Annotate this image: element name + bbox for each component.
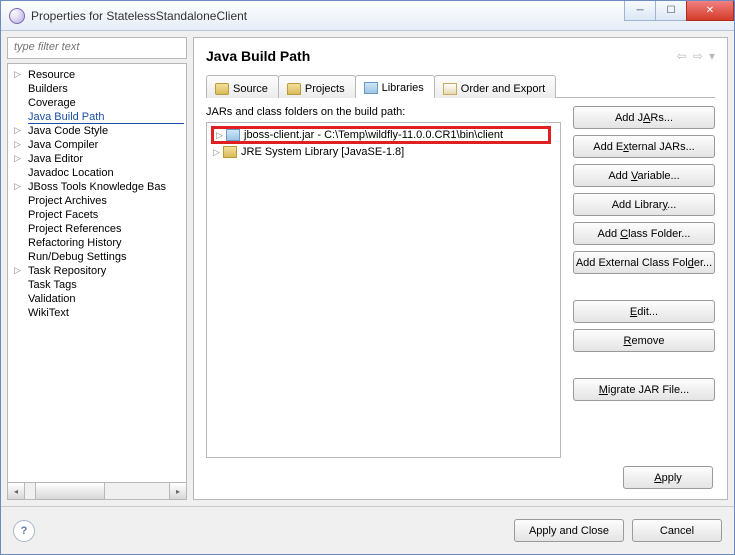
tree-item[interactable]: Java Editor xyxy=(12,152,186,166)
dropdown-icon[interactable]: ▾ xyxy=(709,49,715,63)
page-title: Java Build Path xyxy=(206,48,674,64)
window-controls: ─ ☐ ✕ xyxy=(625,1,734,30)
button-column: Add JARs... Add External JARs... Add Var… xyxy=(573,106,715,458)
expand-icon[interactable]: ▷ xyxy=(213,147,223,158)
add-jars-button[interactable]: Add JARs... xyxy=(573,106,715,129)
tab-projects[interactable]: Projects xyxy=(278,75,356,98)
tree-item[interactable]: Builders xyxy=(12,82,186,96)
title-bar[interactable]: Properties for StatelessStandaloneClient… xyxy=(1,1,734,31)
scroll-right-button[interactable]: ▸ xyxy=(169,483,186,499)
tree-hscrollbar[interactable]: ◂ ▸ xyxy=(7,483,187,500)
nav-arrows: ⇦ ⇨ ▾ xyxy=(674,49,715,63)
migrate-jar-button[interactable]: Migrate JAR File... xyxy=(573,378,715,401)
minimize-button[interactable]: ─ xyxy=(624,1,656,21)
dialog-footer: ? Apply and Close Cancel xyxy=(1,506,734,554)
close-button[interactable]: ✕ xyxy=(686,1,734,21)
cancel-button[interactable]: Cancel xyxy=(632,519,722,542)
apply-and-close-button[interactable]: Apply and Close xyxy=(514,519,624,542)
entry-label: JRE System Library [JavaSE-1.8] xyxy=(241,146,404,158)
tree-item[interactable]: Refactoring History xyxy=(12,236,186,250)
scroll-left-button[interactable]: ◂ xyxy=(8,483,25,499)
tree-item[interactable]: Java Code Style xyxy=(12,124,186,138)
app-icon xyxy=(9,8,25,24)
tree-item[interactable]: Validation xyxy=(12,292,186,306)
libraries-list[interactable]: ▷ jboss-client.jar - C:\Temp\wildfly-11.0… xyxy=(206,122,561,458)
tab-source[interactable]: Source xyxy=(206,75,279,98)
tab-bar: Source Projects Libraries Order and Export xyxy=(206,74,715,98)
expand-icon[interactable]: ▷ xyxy=(216,130,226,141)
add-external-class-folder-button[interactable]: Add External Class Folder... xyxy=(573,251,715,274)
library-entry[interactable]: ▷ JRE System Library [JavaSE-1.8] xyxy=(213,145,554,159)
tree-item[interactable]: Resource xyxy=(12,68,186,82)
help-button[interactable]: ? xyxy=(13,520,35,542)
right-panel: Java Build Path ⇦ ⇨ ▾ Source Projects Libr… xyxy=(193,37,728,500)
tree-item[interactable]: JBoss Tools Knowledge Bas xyxy=(12,180,186,194)
highlight-annotation: ▷ jboss-client.jar - C:\Temp\wildfly-11.0… xyxy=(211,126,551,144)
back-icon[interactable]: ⇦ xyxy=(677,49,687,63)
edit-button[interactable]: Edit... xyxy=(573,300,715,323)
lib-icon xyxy=(364,82,378,94)
tab-label: Projects xyxy=(305,83,345,95)
tree-item[interactable]: Coverage xyxy=(12,96,186,110)
apply-row: Apply xyxy=(206,458,715,489)
tree-item[interactable]: Run/Debug Settings xyxy=(12,250,186,264)
tree-item[interactable]: WikiText xyxy=(12,306,186,320)
maximize-button[interactable]: ☐ xyxy=(655,1,687,21)
remove-button[interactable]: Remove xyxy=(573,329,715,352)
jre-icon xyxy=(223,146,237,158)
filter-input[interactable] xyxy=(12,40,182,54)
scroll-thumb[interactable] xyxy=(35,483,105,499)
src-icon xyxy=(215,83,229,95)
forward-icon[interactable]: ⇨ xyxy=(693,49,703,63)
tree-item[interactable]: Java Build Path xyxy=(12,110,186,124)
jar-icon xyxy=(226,129,240,141)
entry-label: jboss-client.jar - C:\Temp\wildfly-11.0.… xyxy=(244,129,503,141)
add-library-button[interactable]: Add Library... xyxy=(573,193,715,216)
filter-box[interactable] xyxy=(7,37,187,59)
tab-order-and-export[interactable]: Order and Export xyxy=(434,75,556,98)
libraries-label: JARs and class folders on the build path… xyxy=(206,106,561,118)
tab-label: Libraries xyxy=(382,82,424,94)
add-external-jars-button[interactable]: Add External JARs... xyxy=(573,135,715,158)
tree-item[interactable]: Javadoc Location xyxy=(12,166,186,180)
add-variable-button[interactable]: Add Variable... xyxy=(573,164,715,187)
tab-content: JARs and class folders on the build path… xyxy=(206,98,715,458)
apply-button[interactable]: Apply xyxy=(623,466,713,489)
ord-icon xyxy=(443,83,457,95)
library-entry[interactable]: ▷ jboss-client.jar - C:\Temp\wildfly-11.0… xyxy=(213,127,554,145)
tree-item[interactable]: Project Facets xyxy=(12,208,186,222)
dialog-content: ResourceBuildersCoverageJava Build PathJ… xyxy=(1,31,734,506)
tab-libraries[interactable]: Libraries xyxy=(355,75,435,98)
tree-item[interactable]: Java Compiler xyxy=(12,138,186,152)
dialog-window: Properties for StatelessStandaloneClient… xyxy=(0,0,735,555)
tab-label: Source xyxy=(233,83,268,95)
tree-item[interactable]: Task Repository xyxy=(12,264,186,278)
libraries-area: JARs and class folders on the build path… xyxy=(206,106,561,458)
tab-label: Order and Export xyxy=(461,83,545,95)
add-class-folder-button[interactable]: Add Class Folder... xyxy=(573,222,715,245)
left-panel: ResourceBuildersCoverageJava Build PathJ… xyxy=(7,37,187,500)
prj-icon xyxy=(287,83,301,95)
tree-item[interactable]: Project Archives xyxy=(12,194,186,208)
window-title: Properties for StatelessStandaloneClient xyxy=(31,9,625,23)
tree-item[interactable]: Project References xyxy=(12,222,186,236)
category-tree[interactable]: ResourceBuildersCoverageJava Build PathJ… xyxy=(7,63,187,483)
tree-item[interactable]: Task Tags xyxy=(12,278,186,292)
page-header: Java Build Path ⇦ ⇨ ▾ xyxy=(206,48,715,64)
